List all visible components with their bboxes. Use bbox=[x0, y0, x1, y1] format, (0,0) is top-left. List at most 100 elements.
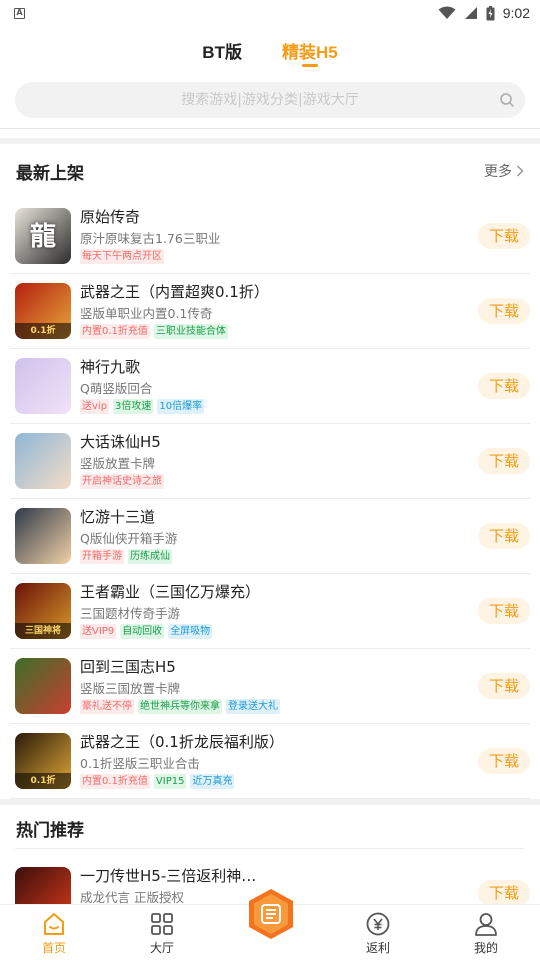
nav-label: 首页 bbox=[41, 941, 66, 955]
section-hot-header: 热门推荐 bbox=[0, 808, 540, 848]
tag-list: 送VIP9 自动回收 全屏吸物 bbox=[80, 624, 213, 639]
app-notification-icon: A bbox=[14, 7, 25, 19]
game-thumbnail: 龍 bbox=[15, 208, 71, 264]
nav-label: 大厅 bbox=[149, 941, 174, 955]
list-item[interactable]: 0.1折 武器之王（内置超爽0.1折） 竖版单职业内置0.1传奇 内置0.1折充值 三职… bbox=[10, 274, 530, 349]
list-item[interactable]: 0.1折 武器之王（0.1折龙辰福利版） 0.1折竖版三职业合击 内置0.1折充值 VI… bbox=[10, 724, 530, 799]
feature-tag: 10倍爆率 bbox=[157, 399, 205, 414]
feature-tag: 3倍攻速 bbox=[113, 399, 154, 414]
divider bbox=[0, 128, 540, 129]
yen-icon bbox=[366, 912, 390, 936]
tab-bt[interactable]: BT版 bbox=[202, 34, 242, 74]
search-icon[interactable] bbox=[499, 92, 515, 108]
game-thumbnail: 0.1折 bbox=[15, 733, 71, 789]
game-subtitle: 竖版放置卡牌 bbox=[80, 456, 156, 471]
game-thumbnail bbox=[15, 658, 71, 714]
section-gap bbox=[0, 799, 540, 805]
list-item[interactable]: 龍 原始传奇 原汁原味复古1.76三职业 每天下午两点开区 下载 bbox=[10, 199, 530, 274]
game-thumbnail: 0.1折 bbox=[15, 283, 71, 339]
section-title: 最新上架 bbox=[16, 163, 84, 184]
game-title: 大话诛仙H5 bbox=[80, 433, 161, 451]
download-button[interactable]: 下载 bbox=[478, 598, 530, 624]
list-item[interactable]: 回到三国志H5 竖版三国放置卡牌豪礼送不停 绝世神兵等你来拿 登录送大礼 下载 bbox=[10, 649, 530, 724]
feature-tag: VIP15 bbox=[153, 774, 187, 789]
search-bar[interactable] bbox=[15, 82, 525, 118]
game-subtitle: 竖版三国放置卡牌 bbox=[80, 681, 181, 696]
game-title: 回到三国志H5 bbox=[80, 658, 176, 676]
feature-tag: 自动回收 bbox=[120, 624, 165, 639]
list-item[interactable]: 三国神将 王者霸业（三国亿万爆充） 三国题材传奇手游 送VIP9 自动回收 全屏吸物 下载 bbox=[10, 574, 530, 649]
game-thumbnail bbox=[15, 508, 71, 564]
nav-label: 返利 bbox=[365, 941, 390, 955]
nav-hall[interactable]: 大厅 bbox=[122, 911, 202, 956]
center-hex-icon bbox=[249, 889, 293, 939]
tag-list: 送vip 3倍攻速 10倍爆率 bbox=[80, 399, 205, 414]
search-input[interactable] bbox=[50, 92, 490, 108]
game-subtitle: 三国题材传奇手游 bbox=[80, 606, 181, 621]
bottom-nav: 首页 大厅 返利 我的 bbox=[0, 889, 540, 960]
download-button[interactable]: 下载 bbox=[478, 880, 530, 906]
divider bbox=[15, 848, 525, 849]
game-title: 王者霸业（三国亿万爆充） bbox=[80, 583, 261, 601]
download-button[interactable]: 下载 bbox=[478, 673, 530, 699]
feature-tag: 登录送大礼 bbox=[226, 699, 280, 714]
thumbnail-caption: 0.1折 bbox=[15, 773, 71, 789]
more-label: 更多 bbox=[484, 164, 512, 180]
game-title: 原始传奇 bbox=[80, 208, 141, 226]
game-title: 武器之王（内置超爽0.1折） bbox=[80, 283, 269, 301]
game-title: 神行九歌 bbox=[80, 358, 141, 376]
download-button[interactable]: 下载 bbox=[478, 373, 530, 399]
list-item[interactable]: 大话诛仙H5 竖版放置卡牌 开启神话史诗之旅 下载 bbox=[10, 424, 530, 499]
nav-home[interactable]: 首页 bbox=[14, 911, 94, 956]
clock: 9:02 bbox=[502, 5, 530, 21]
user-icon bbox=[475, 913, 497, 936]
feature-tag: 每天下午两点开区 bbox=[80, 249, 164, 264]
nav-label: 我的 bbox=[473, 941, 498, 955]
download-button[interactable]: 下载 bbox=[478, 448, 530, 474]
game-title: 忆游十三道 bbox=[80, 508, 156, 526]
section-title: 热门推荐 bbox=[16, 820, 84, 841]
feature-tag: 送vip bbox=[80, 399, 110, 414]
feature-tag: 三职业技能合体 bbox=[153, 324, 228, 339]
nav-mine[interactable]: 我的 bbox=[446, 911, 526, 956]
feature-tag: 内置0.1折充值 bbox=[80, 324, 150, 339]
feature-tag: 近万真充 bbox=[190, 774, 235, 789]
download-button[interactable]: 下载 bbox=[478, 223, 530, 249]
feature-tag: 内置0.1折充值 bbox=[80, 774, 150, 789]
tag-list: 每天下午两点开区 bbox=[80, 249, 164, 264]
nav-rebate[interactable]: 返利 bbox=[338, 911, 418, 956]
game-subtitle: 0.1折竖版三职业合击 bbox=[80, 756, 200, 771]
section-new-header: 最新上架 更多 bbox=[0, 151, 540, 191]
feature-tag: 开箱手游 bbox=[80, 549, 124, 564]
grid-icon bbox=[151, 913, 173, 935]
game-thumbnail bbox=[15, 433, 71, 489]
list-item[interactable]: 忆游十三道 Q版仙侠开箱手游 开箱手游 历练成仙 下载 bbox=[10, 499, 530, 574]
thumbnail-glyph: 龍 bbox=[29, 222, 56, 252]
home-icon bbox=[44, 913, 64, 935]
download-button[interactable]: 下载 bbox=[478, 298, 530, 324]
wifi-icon bbox=[438, 6, 456, 19]
game-title: 一刀传世H5-三倍返利神… bbox=[80, 867, 257, 885]
feature-tag: 豪礼送不停 bbox=[80, 699, 134, 714]
tag-list: 豪礼送不停 绝世神兵等你来拿 登录送大礼 bbox=[80, 699, 280, 714]
section-gap bbox=[0, 138, 540, 144]
active-tab-indicator bbox=[301, 64, 318, 67]
tab-h5[interactable]: 精装H5 bbox=[282, 34, 338, 74]
tag-list: 内置0.1折充值 VIP15 近万真充 bbox=[80, 774, 235, 789]
thumbnail-caption: 0.1折 bbox=[15, 323, 71, 339]
download-button[interactable]: 下载 bbox=[478, 748, 530, 774]
download-button[interactable]: 下载 bbox=[478, 523, 530, 549]
game-subtitle: 竖版单职业内置0.1传奇 bbox=[80, 306, 213, 321]
game-thumbnail bbox=[15, 358, 71, 414]
feature-tag: 开启神话史诗之旅 bbox=[80, 474, 164, 489]
list-item[interactable]: 神行九歌 Q萌竖版回合 送vip 3倍攻速 10倍爆率 下载 bbox=[10, 349, 530, 424]
chevron-right-icon bbox=[516, 165, 524, 177]
more-link[interactable]: 更多 bbox=[484, 161, 524, 181]
feature-tag: 历练成仙 bbox=[128, 549, 172, 564]
status-icons: 9:02 bbox=[438, 5, 530, 21]
battery-icon bbox=[486, 5, 495, 20]
tag-list: 开箱手游 历练成仙 bbox=[80, 549, 172, 564]
nav-center[interactable] bbox=[230, 889, 310, 956]
feature-tag: 全屏吸物 bbox=[168, 624, 213, 639]
tag-list: 内置0.1折充值 三职业技能合体 bbox=[80, 324, 228, 339]
